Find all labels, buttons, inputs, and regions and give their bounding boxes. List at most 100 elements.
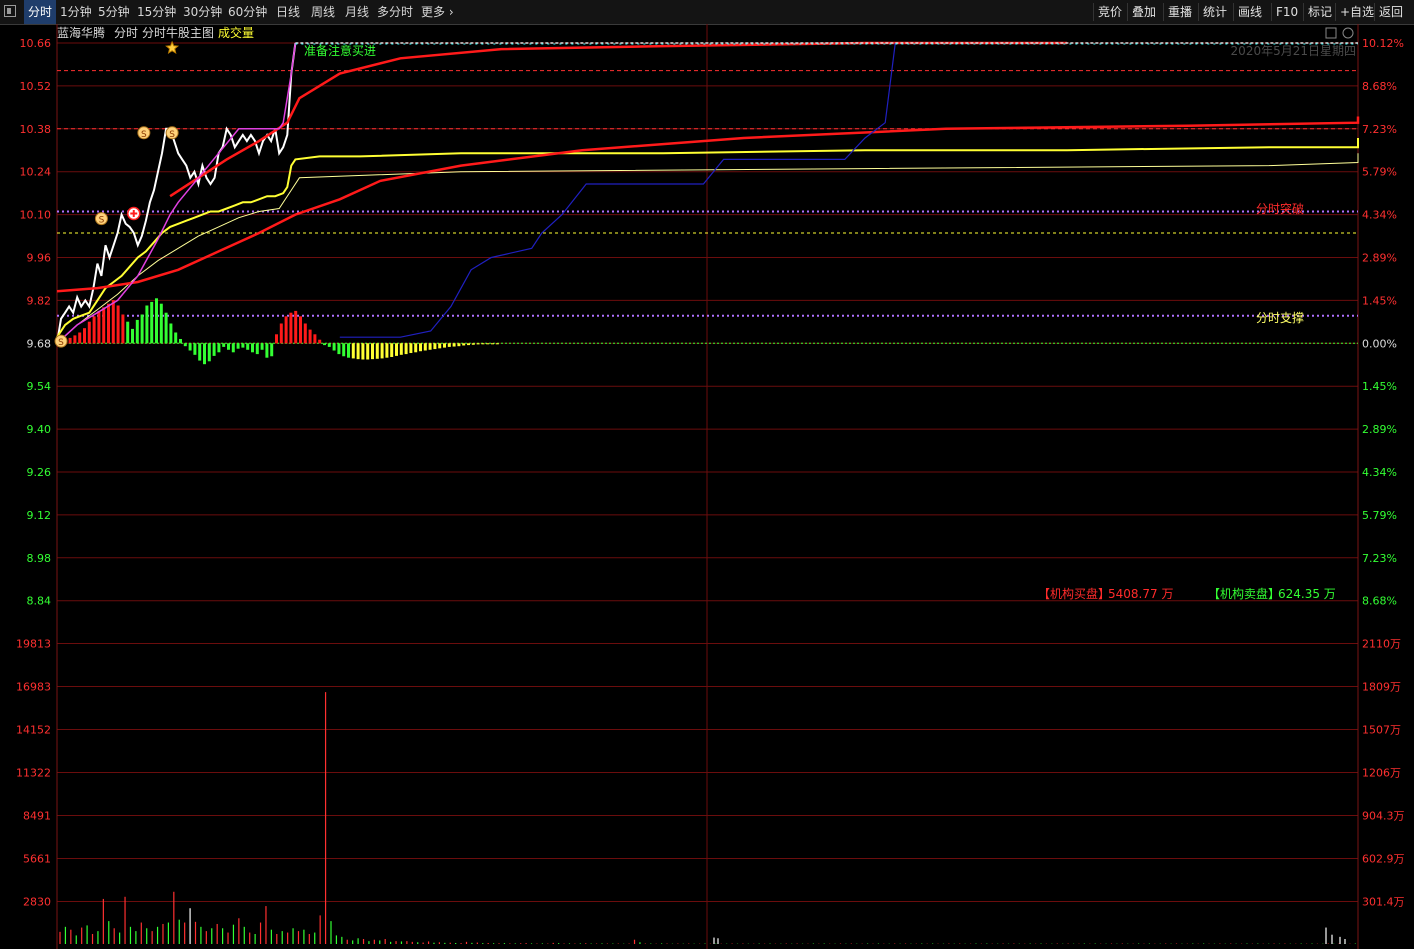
signal-markers: S S S S: [54, 40, 180, 348]
toolbar-action-7[interactable]: +自选: [1340, 0, 1374, 24]
momentum-bar: [313, 334, 317, 344]
period-tab-9[interactable]: 多分时: [377, 0, 413, 24]
price-tick-label: 8.98: [27, 552, 52, 565]
price-tick-label: 10.10: [20, 209, 52, 222]
momentum-bar: [155, 298, 158, 344]
momentum-bar: [107, 303, 110, 344]
momentum-bar: [275, 334, 278, 344]
momentum-bar: [87, 321, 91, 344]
momentum-bar: [380, 343, 384, 359]
momentum-bar: [159, 303, 163, 344]
price-tick-label: 9.54: [27, 380, 52, 393]
price-tick-label: 10.66: [20, 37, 52, 50]
left-volume-axis: 19813 16983 14152 11322 8491 5661 2830: [16, 638, 51, 909]
momentum-bar: [83, 328, 86, 344]
momentum-bar: [366, 343, 370, 360]
momentum-bar: [169, 323, 173, 344]
momentum-bar: [207, 343, 211, 362]
sell-marker-letter: S: [58, 338, 64, 348]
momentum-bar: [73, 335, 77, 344]
momentum-bar: [222, 343, 226, 347]
toolbar-action-6[interactable]: 标记: [1308, 0, 1332, 24]
right-percent-axis: 10.12% 8.68% 7.23% 5.79% 4.34% 2.89% 1.45% 0.00…: [1362, 37, 1404, 608]
volume-amount-label: 301.4万: [1362, 896, 1405, 909]
period-tab-2[interactable]: 5分钟: [98, 0, 130, 24]
momentum-bar: [467, 343, 470, 346]
momentum-bar: [371, 343, 374, 360]
momentum-bar: [399, 343, 403, 355]
momentum-bar: [481, 343, 485, 345]
period-tab-7[interactable]: 周线: [311, 0, 335, 24]
sell-marker-letter: S: [141, 130, 147, 140]
momentum-bar: [375, 343, 379, 359]
toolbar-separator: [1093, 3, 1094, 21]
volume-tick-label: 8491: [23, 810, 51, 823]
settings-icon[interactable]: [1342, 27, 1354, 39]
price-tick-label: 10.52: [20, 80, 52, 93]
toolbar-action-3[interactable]: 统计: [1203, 0, 1227, 24]
volume-tick-label: 16983: [16, 681, 51, 694]
toolbar-action-2[interactable]: 重播: [1168, 0, 1192, 24]
percent-tick-label: 7.23%: [1362, 552, 1397, 565]
momentum-bar: [395, 343, 398, 356]
buy-signal-label: 准备注意买进: [304, 43, 376, 58]
series-line-slow2: [169, 41, 1067, 198]
momentum-bar: [251, 343, 254, 353]
price-tick-label: 9.96: [27, 252, 52, 265]
momentum-bar: [337, 343, 341, 355]
momentum-bar: [255, 343, 259, 355]
momentum-bar: [174, 332, 178, 344]
momentum-bar: [78, 332, 82, 344]
toolbar-action-5[interactable]: F10: [1276, 0, 1298, 24]
date-label: 2020年5月21日星期四: [1231, 44, 1356, 58]
period-tab-8[interactable]: 月线: [345, 0, 369, 24]
momentum-bar: [409, 343, 413, 354]
toolbar-separator: [1303, 3, 1304, 21]
period-tab-1[interactable]: 1分钟: [60, 0, 92, 24]
toolbar-action-8[interactable]: 返回: [1379, 0, 1403, 24]
momentum-bar: [102, 307, 106, 344]
percent-tick-label: 4.34%: [1362, 209, 1397, 222]
momentum-bar: [279, 323, 283, 344]
star-signal-icon: [165, 40, 180, 54]
momentum-bar: [188, 343, 192, 351]
period-tab-6[interactable]: 日线: [276, 0, 300, 24]
toolbar-action-0[interactable]: 竞价: [1098, 0, 1122, 24]
toolbar-action-4[interactable]: 画线: [1238, 0, 1262, 24]
momentum-bar: [92, 316, 96, 344]
period-tab-5[interactable]: 60分钟: [228, 0, 267, 24]
toolbar-action-1[interactable]: 叠加: [1132, 0, 1156, 24]
percent-tick-label: 2.89%: [1362, 252, 1397, 265]
momentum-bar: [404, 343, 408, 355]
momentum-bar: [164, 312, 168, 344]
momentum-bar: [150, 301, 154, 344]
volume-amount-label: 1809万: [1362, 681, 1401, 694]
price-tick-label: 10.38: [20, 123, 52, 136]
momentum-bar: [126, 321, 130, 344]
momentum-bar: [447, 343, 451, 347]
intraday-chart[interactable]: 10.66 10.52 10.38 10.24 10.10 9.96 9.82 9.68 9.5…: [0, 24, 1414, 949]
right-volume-axis: 2110万 1809万 1507万 1206万 904.3万 602.9万 301.4万: [1362, 638, 1405, 909]
momentum-bar: [323, 343, 326, 346]
percent-tick-label: 0.00%: [1362, 337, 1397, 350]
period-toolbar: 分时 1分钟 5分钟 15分钟 30分钟 60分钟 日线 周线 月线 多分时 更多 › 竞价 叠加 重播统…: [0, 0, 1414, 25]
momentum-bar: [241, 343, 245, 348]
period-tab-0[interactable]: 分时: [24, 0, 57, 24]
momentum-bar: [491, 343, 494, 345]
menu-icon[interactable]: [4, 5, 16, 17]
momentum-bar: [452, 343, 456, 347]
momentum-bar: [217, 343, 221, 353]
period-tab-4[interactable]: 30分钟: [183, 0, 222, 24]
momentum-bar: [347, 343, 350, 358]
sell-marker-letter: S: [99, 216, 105, 226]
momentum-bar: [131, 328, 134, 344]
momentum-bar: [342, 343, 346, 357]
period-tab-3[interactable]: 15分钟: [137, 0, 176, 24]
period-tab-10[interactable]: 更多 ›: [421, 0, 454, 24]
price-tick-label: 8.84: [27, 595, 52, 608]
sell-marker-letter: S: [169, 130, 175, 140]
percent-tick-label: 4.34%: [1362, 466, 1397, 479]
expand-icon[interactable]: [1325, 27, 1337, 39]
momentum-bar: [385, 343, 389, 358]
momentum-bar: [327, 343, 331, 347]
